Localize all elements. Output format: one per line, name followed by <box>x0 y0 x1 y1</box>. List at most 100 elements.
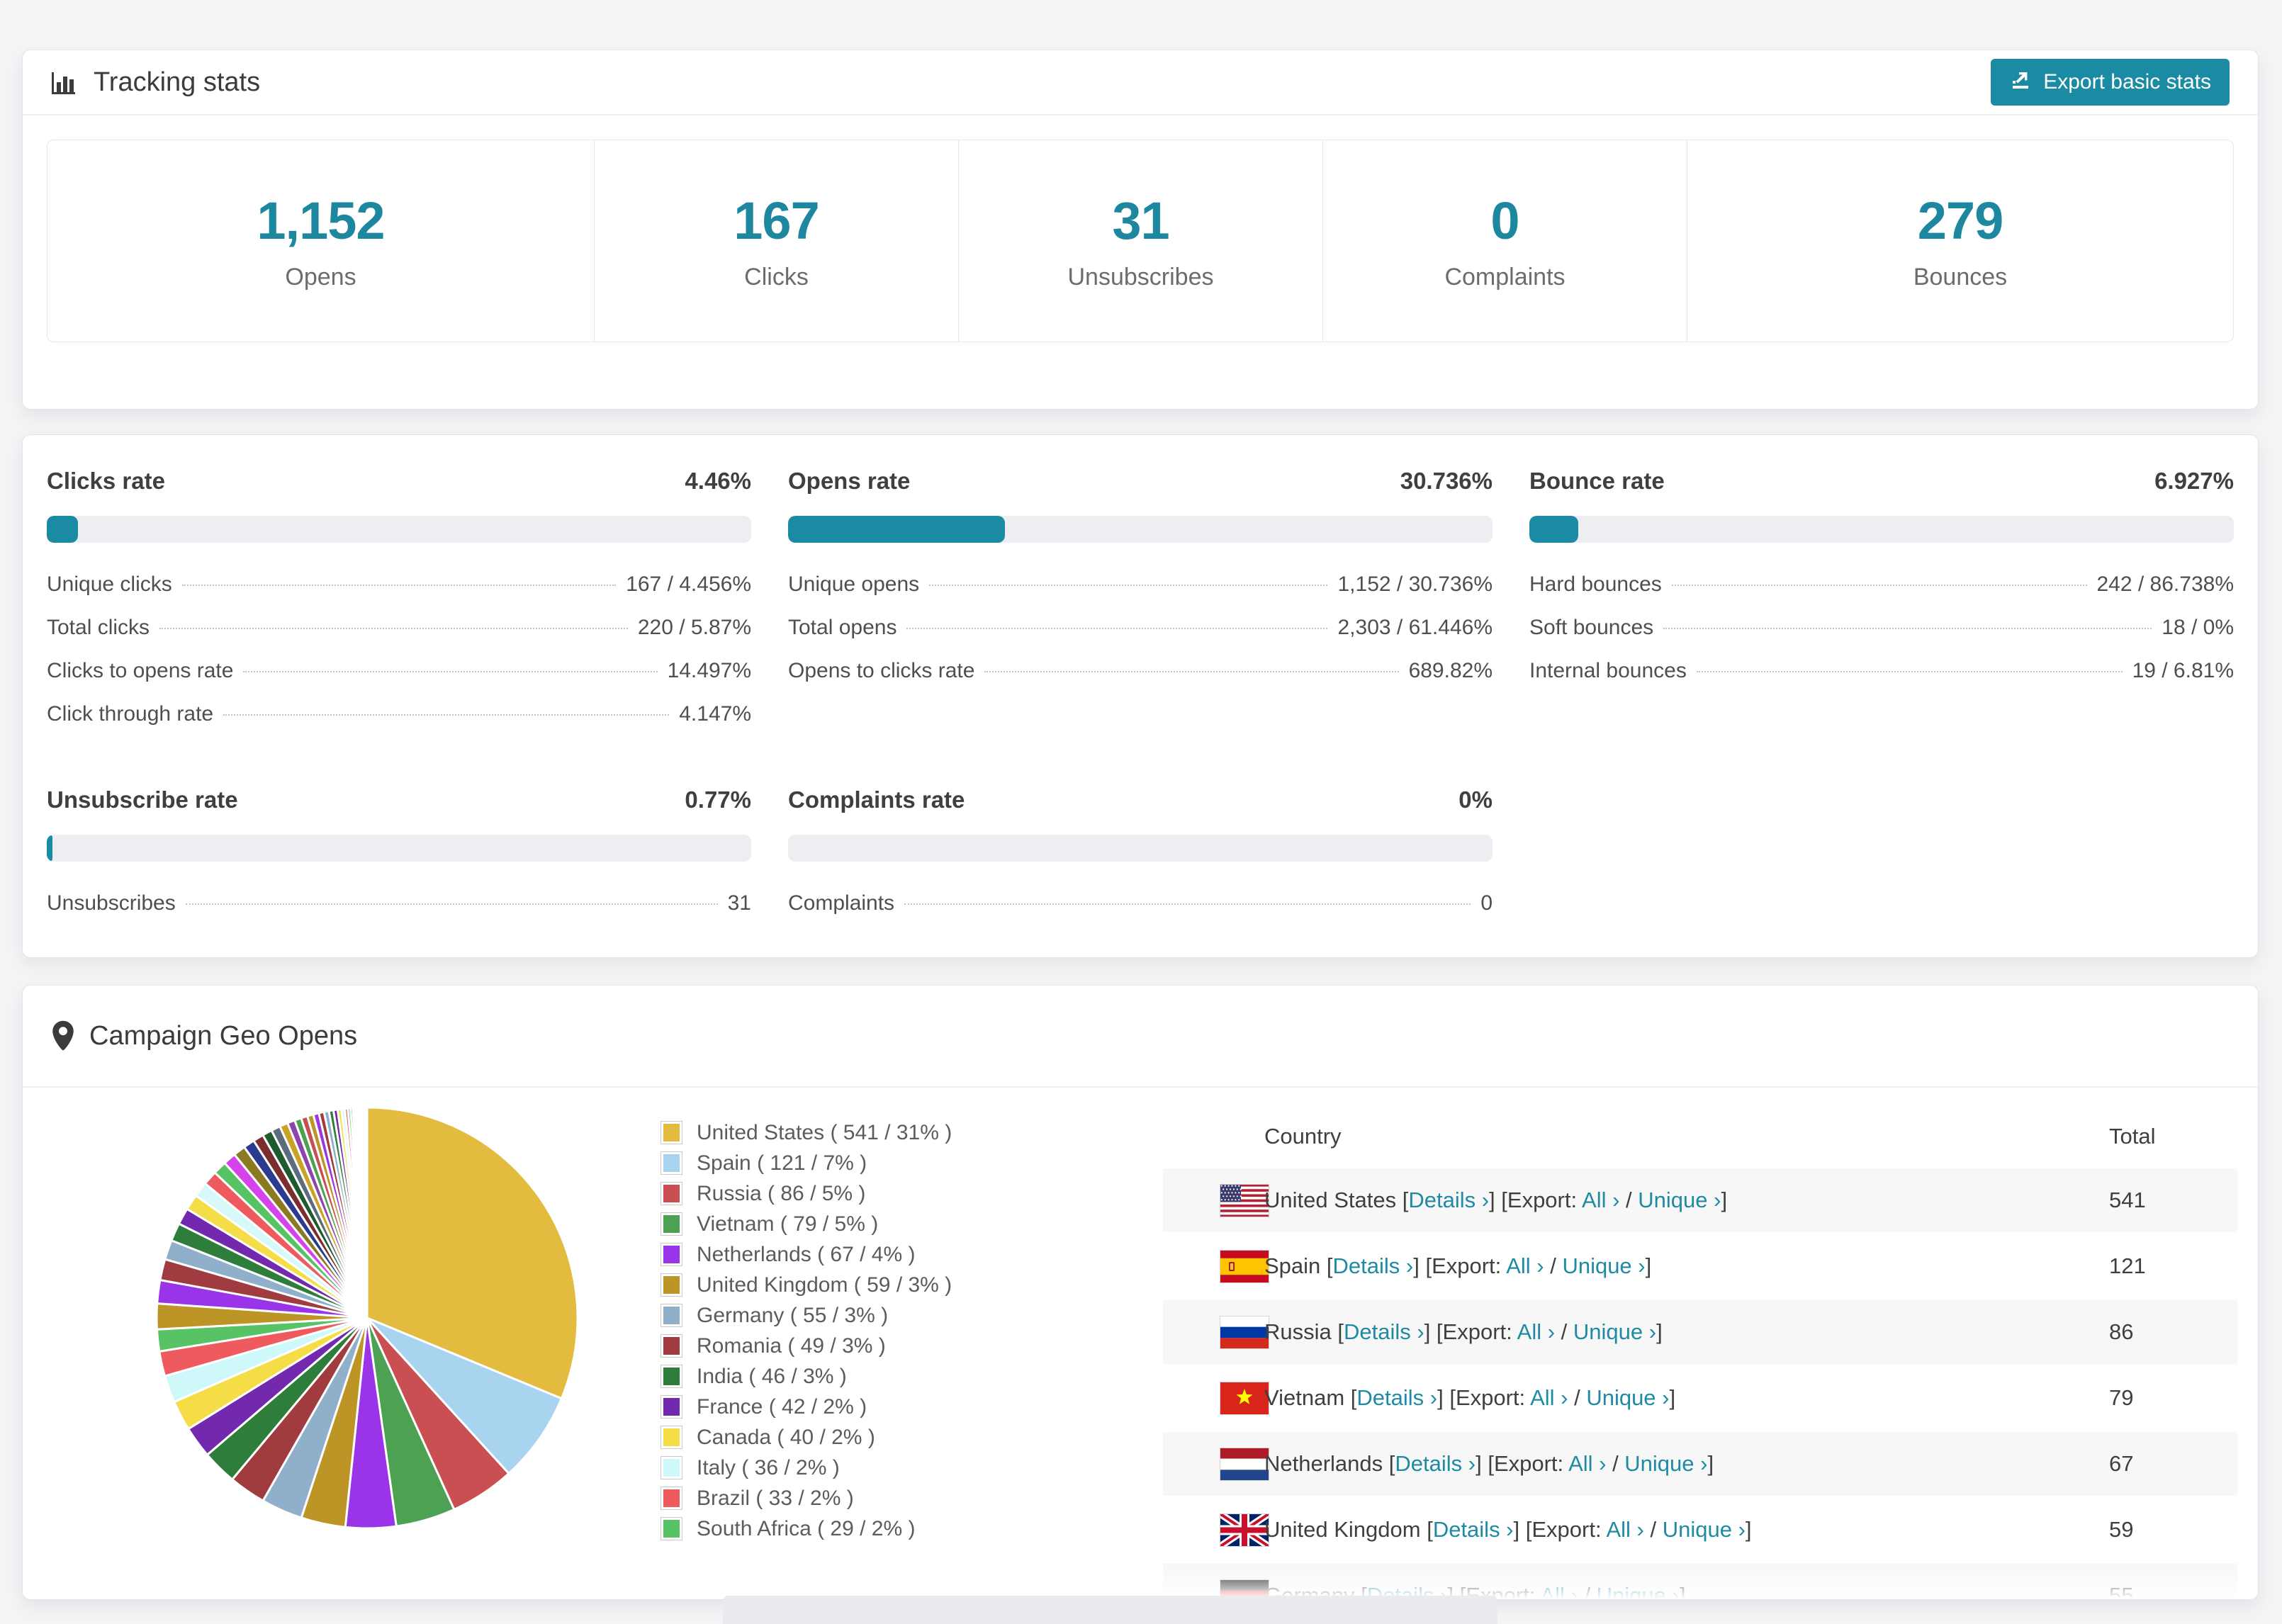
stat-label: Clicks <box>744 264 809 291</box>
details-link[interactable]: Details › <box>1344 1319 1424 1344</box>
rate-section-bounce-rate: Bounce rate 6.927% Hard bounces 242 / 86.73… <box>1529 468 2234 745</box>
export-label: Export: <box>1455 1385 1526 1410</box>
total-cell: 79 <box>2109 1385 2134 1410</box>
rate-value: 6.927% <box>2154 468 2234 494</box>
punctuation: ] <box>1656 1319 1663 1344</box>
legend-item-united-kingdom: United Kingdom ( 59 / 3% ) <box>661 1270 952 1300</box>
punctuation: / <box>1643 1517 1663 1542</box>
rate-detail-row-internal-bounces: Internal bounces 19 / 6.81% <box>1529 659 2234 683</box>
legend-item-india: India ( 46 / 3% ) <box>661 1361 952 1392</box>
export-unique-link[interactable]: Unique › <box>1586 1385 1669 1410</box>
export-unique-link[interactable]: Unique › <box>1562 1253 1645 1278</box>
geo-header: Campaign Geo Opens <box>23 986 2258 1088</box>
legend-item-south-africa: South Africa ( 29 / 2% ) <box>661 1513 952 1544</box>
dotted-leader <box>1663 628 2152 629</box>
geo-title-group: Campaign Geo Opens <box>51 1020 357 1052</box>
tracking-stats-header: Tracking stats Export basic stats <box>23 50 2258 115</box>
legend-swatch <box>661 1395 682 1419</box>
tracking-stats-card: Tracking stats Export basic stats 1,152 O… <box>22 50 2259 410</box>
map-pin-icon <box>51 1020 75 1052</box>
export-unique-link[interactable]: Unique › <box>1638 1188 1721 1212</box>
rate-detail-label: Complaints <box>788 891 895 915</box>
legend-item-germany: Germany ( 55 / 3% ) <box>661 1300 952 1331</box>
punctuation: / <box>1544 1253 1563 1278</box>
geo-table-row-netherlands: Netherlands [Details ›] [Export: All › /… <box>1163 1432 2237 1496</box>
legend-label: Spain ( 121 / 7% ) <box>697 1151 867 1175</box>
details-link[interactable]: Details › <box>1408 1188 1489 1212</box>
country-cell: United States [Details ›] [Export: All ›… <box>1264 1188 1727 1213</box>
dotted-leader <box>904 903 1471 905</box>
rate-title: Unsubscribe rate <box>47 786 238 813</box>
punctuation: [ <box>1344 1385 1357 1410</box>
legend-swatch <box>661 1121 682 1144</box>
rate-detail-row-complaints: Complaints 0 <box>788 891 1493 915</box>
export-basic-stats-button[interactable]: Export basic stats <box>1991 59 2230 106</box>
rate-detail-label: Total opens <box>788 616 897 639</box>
rate-detail-label: Opens to clicks rate <box>788 659 975 682</box>
punctuation: ] [ <box>1424 1319 1443 1344</box>
stat-box-bounces: 279 Bounces <box>1687 140 2233 342</box>
stat-label: Unsubscribes <box>1067 264 1214 291</box>
country-name: Netherlands <box>1264 1451 1383 1476</box>
country-cell: Vietnam [Details ›] [Export: All › / Uni… <box>1264 1385 1675 1411</box>
rate-detail-value: 2,303 / 61.446% <box>1337 616 1493 639</box>
progress-bar <box>788 516 1493 543</box>
export-all-link[interactable]: All › <box>1517 1319 1555 1344</box>
export-button-label: Export basic stats <box>2043 70 2211 94</box>
rate-detail-label: Hard bounces <box>1529 573 1662 596</box>
stat-box-opens: 1,152 Opens <box>47 140 594 342</box>
flag-es-icon <box>1191 1249 1269 1283</box>
campaign-geo-opens-card: Campaign Geo Opens United States ( 541 /… <box>22 985 2259 1600</box>
details-link[interactable]: Details › <box>1395 1451 1476 1476</box>
stat-label: Complaints <box>1444 264 1566 291</box>
details-link[interactable]: Details › <box>1356 1385 1437 1410</box>
export-all-link[interactable]: All › <box>1568 1451 1606 1476</box>
export-all-link[interactable]: All › <box>1540 1583 1578 1599</box>
legend-swatch <box>661 1243 682 1266</box>
tracking-stats-title: Tracking stats <box>94 67 261 97</box>
rate-detail-label: Click through rate <box>47 702 214 726</box>
country-name: Spain <box>1264 1253 1321 1278</box>
legend-item-russia: Russia ( 86 / 5% ) <box>661 1178 952 1209</box>
stat-value: 0 <box>1490 191 1519 250</box>
country-cell: Netherlands [Details ›] [Export: All › /… <box>1264 1451 1714 1477</box>
legend-item-brazil: Brazil ( 33 / 2% ) <box>661 1483 952 1513</box>
legend-label: Italy ( 36 / 2% ) <box>697 1455 840 1479</box>
dotted-leader <box>929 585 1328 586</box>
rate-detail-value: 14.497% <box>667 659 751 682</box>
legend-label: India ( 46 / 3% ) <box>697 1364 847 1388</box>
rate-detail-value: 18 / 0% <box>2162 616 2234 639</box>
rate-detail-label: Clicks to opens rate <box>47 659 234 682</box>
export-unique-link[interactable]: Unique › <box>1624 1451 1707 1476</box>
export-all-link[interactable]: All › <box>1582 1188 1619 1212</box>
export-all-link[interactable]: All › <box>1506 1253 1544 1278</box>
punctuation: / <box>1555 1319 1573 1344</box>
column-header-country: Country <box>1264 1124 1342 1149</box>
rate-detail-row-total-clicks: Total clicks 220 / 5.87% <box>47 616 751 640</box>
stats-summary-row: 1,152 Opens 167 Clicks 31 Unsubscribes 0 Compla… <box>47 140 2234 342</box>
legend-item-canada: Canada ( 40 / 2% ) <box>661 1422 952 1453</box>
legend-item-romania: Romania ( 49 / 3% ) <box>661 1331 952 1361</box>
country-name: Russia <box>1264 1319 1332 1344</box>
legend-swatch <box>661 1212 682 1236</box>
punctuation: [ <box>1331 1319 1344 1344</box>
export-unique-link[interactable]: Unique › <box>1663 1517 1746 1542</box>
legend-label: France ( 42 / 2% ) <box>697 1394 867 1419</box>
rate-title: Opens rate <box>788 468 911 494</box>
punctuation: [ <box>1420 1517 1433 1542</box>
progress-bar-fill <box>788 516 1005 543</box>
export-all-link[interactable]: All › <box>1530 1385 1568 1410</box>
export-unique-link[interactable]: Unique › <box>1573 1319 1656 1344</box>
bar-chart-icon <box>48 67 79 98</box>
flag-gb-icon <box>1191 1513 1269 1547</box>
progress-bar-fill <box>1529 516 1578 543</box>
export-unique-link[interactable]: Unique › <box>1597 1583 1680 1599</box>
details-link[interactable]: Details › <box>1433 1517 1514 1542</box>
rate-detail-label: Internal bounces <box>1529 659 1687 682</box>
export-label: Export: <box>1531 1517 1602 1542</box>
progress-bar <box>1529 516 2234 543</box>
legend-swatch <box>661 1304 682 1327</box>
total-cell: 121 <box>2109 1253 2146 1278</box>
export-all-link[interactable]: All › <box>1606 1517 1643 1542</box>
details-link[interactable]: Details › <box>1333 1253 1414 1278</box>
